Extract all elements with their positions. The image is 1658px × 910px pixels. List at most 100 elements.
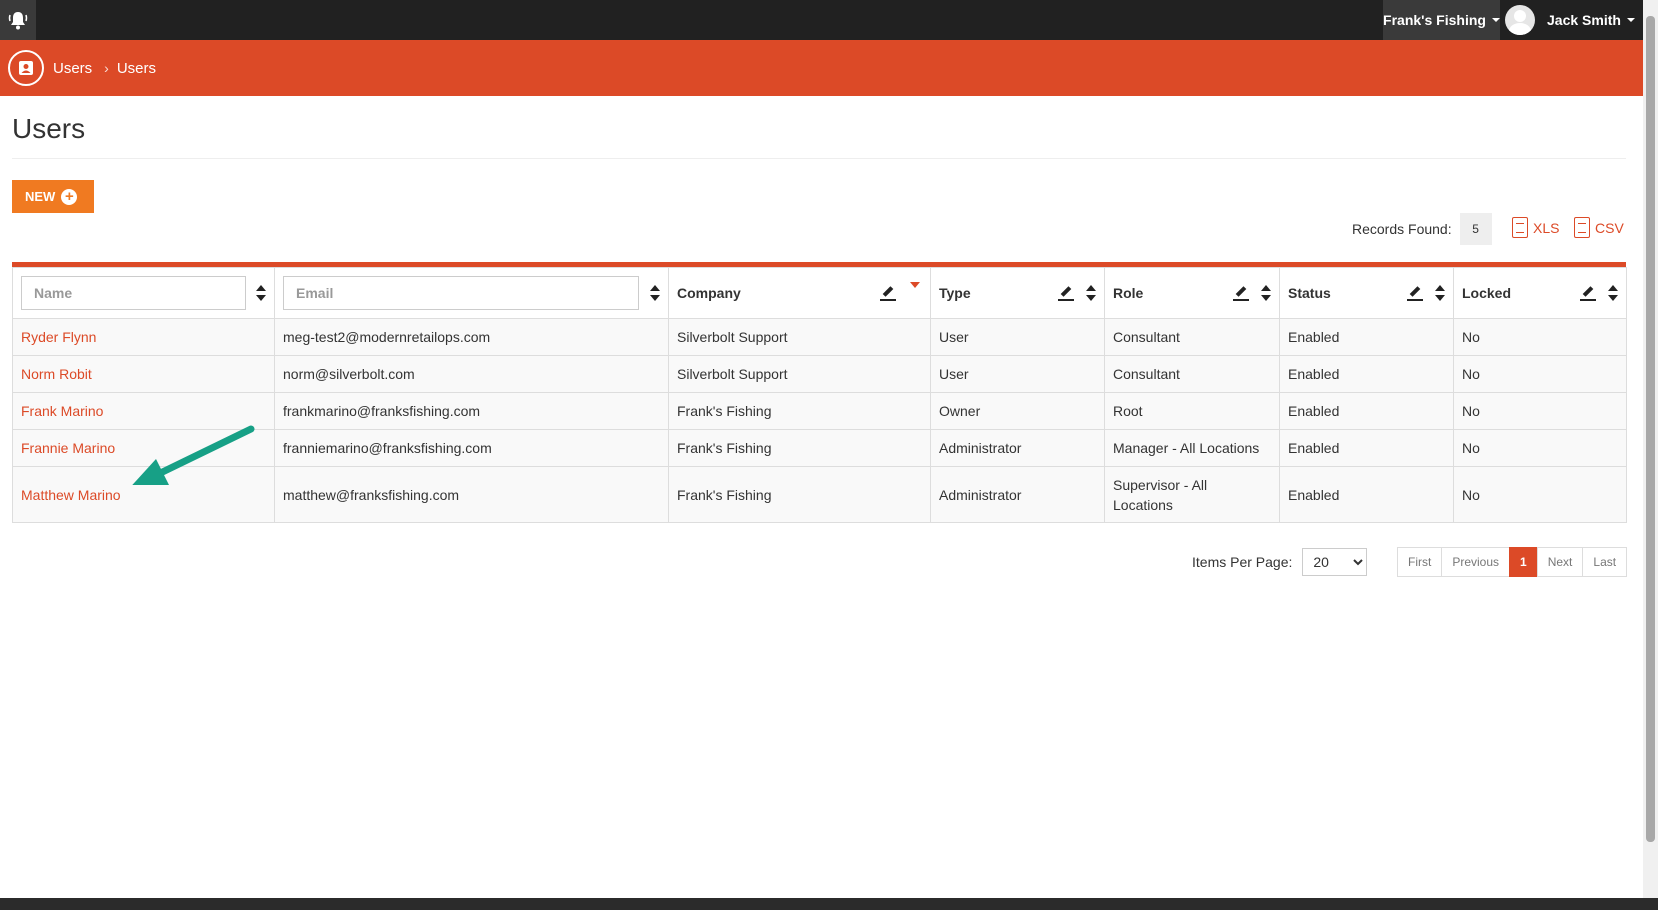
cell-name: Norm Robit	[12, 355, 275, 393]
header-company[interactable]: Company	[668, 267, 931, 319]
sort-icon[interactable]	[256, 285, 266, 301]
xls-file-icon	[1512, 217, 1528, 238]
cell-locked: No	[1453, 392, 1627, 430]
breadcrumb: Users › Users	[0, 40, 1643, 96]
chevron-right-icon: ›	[104, 60, 109, 76]
sort-icon[interactable]	[1435, 285, 1445, 301]
header-company-label: Company	[677, 285, 741, 301]
items-per-page-select[interactable]: 20	[1302, 548, 1368, 576]
cell-locked: No	[1453, 355, 1627, 393]
sort-icon[interactable]	[1086, 285, 1096, 301]
pencil-icon[interactable]	[880, 285, 896, 301]
cell-role: Consultant	[1104, 318, 1280, 356]
user-name: Jack Smith	[1547, 12, 1621, 28]
divider	[12, 158, 1626, 159]
header-type[interactable]: Type	[930, 267, 1105, 319]
sort-icon[interactable]	[1608, 285, 1618, 301]
sort-icon[interactable]	[650, 285, 660, 301]
records-found: Records Found: 5	[1352, 213, 1492, 245]
cell-company: Frank's Fishing	[668, 466, 931, 523]
cell-email: frankmarino@franksfishing.com	[274, 392, 669, 430]
previous-page-button[interactable]: Previous	[1441, 547, 1511, 577]
header-status[interactable]: Status	[1279, 267, 1454, 319]
pencil-icon[interactable]	[1407, 285, 1423, 301]
cell-company: Frank's Fishing	[668, 392, 931, 430]
records-count: 5	[1459, 213, 1492, 245]
header-name	[12, 267, 275, 319]
company-selector[interactable]: Frank's Fishing	[1383, 0, 1500, 40]
cell-status: Enabled	[1279, 355, 1454, 393]
header-role[interactable]: Role	[1104, 267, 1280, 319]
cell-email: meg-test2@modernretailops.com	[274, 318, 669, 356]
cell-type: Administrator	[930, 429, 1105, 467]
pencil-icon[interactable]	[1580, 285, 1596, 301]
header-type-label: Type	[939, 285, 971, 301]
cell-type: Owner	[930, 392, 1105, 430]
items-per-page-label: Items Per Page:	[1192, 554, 1293, 570]
cell-status: Enabled	[1279, 429, 1454, 467]
cell-role: Root	[1104, 392, 1280, 430]
cell-locked: No	[1453, 318, 1627, 356]
header-locked[interactable]: Locked	[1453, 267, 1627, 319]
items-per-page: Items Per Page: 20	[1192, 548, 1368, 576]
company-name: Frank's Fishing	[1383, 12, 1486, 28]
next-page-button[interactable]: Next	[1536, 547, 1584, 577]
sort-desc-icon[interactable]	[910, 282, 920, 288]
cell-company: Frank's Fishing	[668, 429, 931, 467]
email-filter-input[interactable]	[283, 276, 639, 310]
user-link[interactable]: Norm Robit	[21, 366, 92, 382]
scrollbar-thumb[interactable]	[1646, 16, 1655, 842]
breadcrumb-users-link[interactable]: Users	[53, 60, 92, 77]
cell-company: Silverbolt Support	[668, 355, 931, 393]
pencil-icon[interactable]	[1058, 285, 1074, 301]
cell-type: Administrator	[930, 466, 1105, 523]
cell-locked: No	[1453, 466, 1627, 523]
cell-email: norm@silverbolt.com	[274, 355, 669, 393]
export-csv-button[interactable]: CSV	[1574, 217, 1624, 238]
export-csv-label: CSV	[1595, 219, 1624, 236]
cell-status: Enabled	[1279, 318, 1454, 356]
user-link[interactable]: Frannie Marino	[21, 440, 115, 456]
pagination: First Previous 1 Next Last	[1397, 547, 1628, 577]
last-page-button[interactable]: Last	[1582, 547, 1628, 577]
header-role-label: Role	[1113, 285, 1144, 301]
cell-email: matthew@franksfishing.com	[274, 466, 669, 523]
chevron-down-icon	[1491, 18, 1500, 22]
cell-name: Ryder Flynn	[12, 318, 275, 356]
export-xls-button[interactable]: XLS	[1512, 217, 1559, 238]
header-status-label: Status	[1288, 285, 1331, 301]
top-navbar: Frank's Fishing Jack Smith	[0, 0, 1643, 40]
header-email	[274, 267, 669, 319]
table-row: Ryder Flynn meg-test2@modernretailops.co…	[12, 318, 1627, 356]
cell-type: User	[930, 318, 1105, 356]
bell-icon[interactable]	[0, 0, 36, 40]
cell-role: Consultant	[1104, 355, 1280, 393]
table-row: Norm Robit norm@silverbolt.com Silverbol…	[12, 355, 1627, 393]
table-header-row: Company Type	[12, 267, 1627, 319]
cell-locked: No	[1453, 429, 1627, 467]
cell-status: Enabled	[1279, 466, 1454, 523]
cell-email: franniemarino@franksfishing.com	[274, 429, 669, 467]
breadcrumb-current: Users	[116, 59, 157, 77]
new-user-button[interactable]: NEW +	[12, 180, 94, 213]
user-link[interactable]: Matthew Marino	[21, 487, 121, 503]
user-menu[interactable]: Jack Smith	[1505, 0, 1643, 40]
first-page-button[interactable]: First	[1397, 547, 1443, 577]
records-label: Records Found:	[1352, 221, 1452, 237]
cell-role: Supervisor - All Locations	[1104, 466, 1280, 523]
current-page-button[interactable]: 1	[1509, 547, 1538, 577]
plus-circle-icon: +	[61, 188, 78, 205]
cell-role: Manager - All Locations	[1104, 429, 1280, 467]
bottom-bar	[0, 898, 1658, 910]
header-locked-label: Locked	[1462, 285, 1512, 301]
annotation-arrow-icon	[132, 425, 255, 485]
sort-icon[interactable]	[1261, 285, 1271, 301]
name-filter-input[interactable]	[21, 276, 246, 310]
pencil-icon[interactable]	[1233, 285, 1249, 301]
page-title: Users	[12, 113, 86, 144]
user-link[interactable]: Frank Marino	[21, 403, 103, 419]
user-link[interactable]: Ryder Flynn	[21, 329, 96, 345]
export-xls-label: XLS	[1533, 219, 1560, 236]
cell-status: Enabled	[1279, 392, 1454, 430]
cell-type: User	[930, 355, 1105, 393]
